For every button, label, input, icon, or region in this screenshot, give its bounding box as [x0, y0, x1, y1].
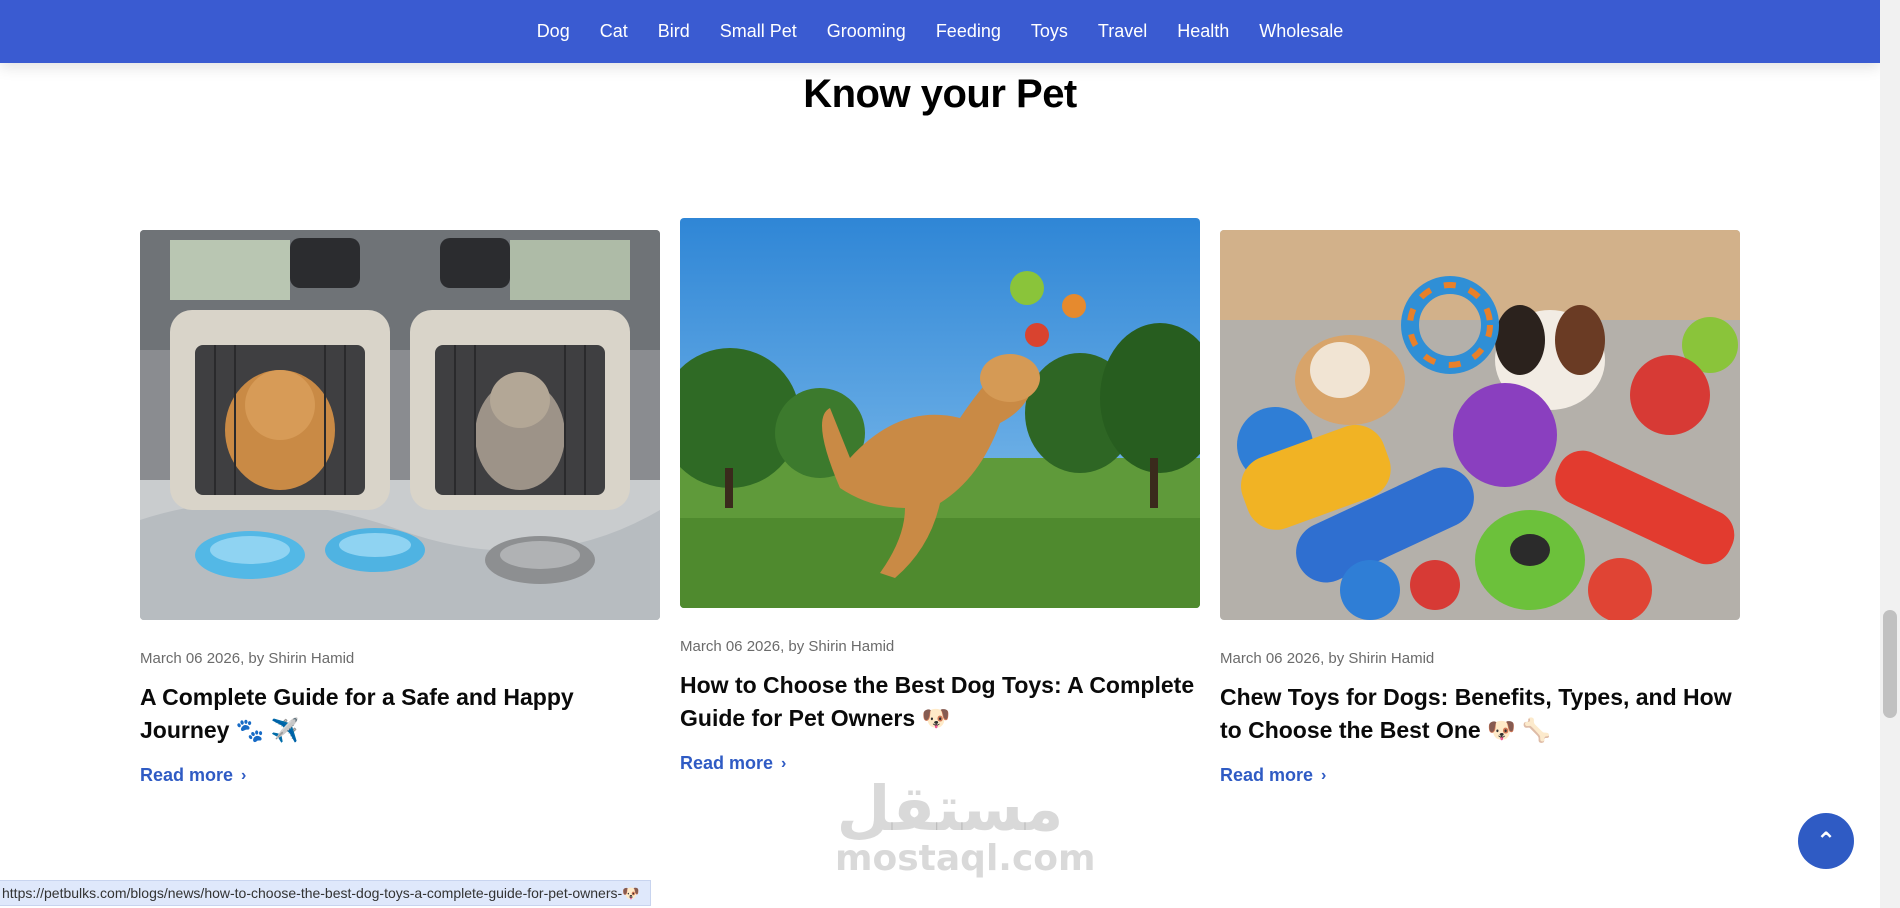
nav-item-health[interactable]: Health — [1177, 21, 1229, 41]
watermark-arabic: مستقل — [836, 772, 1064, 845]
watermark-latin: mostaql.com — [835, 838, 1096, 879]
card-image-pets-in-carriers[interactable] — [140, 230, 660, 620]
card-meta: March 06 2026, by Shirin Hamid — [680, 638, 895, 655]
card-meta: March 06 2026, by Shirin Hamid — [140, 650, 355, 667]
chevron-right-icon: › — [781, 754, 787, 772]
blog-card-chew-toys: March 06 2026, by Shirin Hamid Chew Toys… — [1220, 230, 1740, 786]
read-more-link[interactable]: Read more › — [140, 765, 246, 786]
read-more-link[interactable]: Read more › — [680, 753, 786, 774]
chevron-right-icon: › — [241, 766, 247, 784]
nav-item-feeding[interactable]: Feeding — [936, 21, 1001, 41]
card-image-chew-toys[interactable] — [1220, 230, 1740, 620]
nav-item-dog[interactable]: Dog — [537, 21, 570, 41]
scrollbar-track[interactable] — [1880, 0, 1900, 908]
card-title[interactable]: How to Choose the Best Dog Toys: A Compl… — [680, 669, 1200, 735]
top-navigation: Dog Cat Bird Small Pet Grooming Feeding … — [0, 0, 1880, 63]
nav-item-cat[interactable]: Cat — [600, 21, 628, 41]
nav-item-toys[interactable]: Toys — [1031, 21, 1068, 41]
pets-in-carriers-illustration — [140, 230, 660, 620]
nav-item-wholesale[interactable]: Wholesale — [1259, 21, 1343, 41]
section-title: Know your Pet — [803, 72, 1077, 116]
nav-item-travel[interactable]: Travel — [1098, 21, 1147, 41]
nav-item-small-pet[interactable]: Small Pet — [720, 21, 797, 41]
card-image-dog-jumping[interactable] — [680, 218, 1200, 608]
chew-toys-illustration — [1220, 230, 1740, 620]
chevron-up-icon: ⌃ — [1815, 827, 1837, 855]
card-title[interactable]: Chew Toys for Dogs: Benefits, Types, and… — [1220, 681, 1740, 747]
back-to-top-button[interactable]: ⌃ — [1798, 813, 1854, 869]
status-bar-url: https://petbulks.com/blogs/news/how-to-c… — [0, 880, 651, 906]
read-more-label: Read more — [1220, 765, 1314, 785]
nav-item-grooming[interactable]: Grooming — [827, 21, 906, 41]
card-title[interactable]: A Complete Guide for a Safe and Happy Jo… — [140, 681, 660, 747]
nav-menu: Dog Cat Bird Small Pet Grooming Feeding … — [537, 21, 1344, 42]
read-more-link[interactable]: Read more › — [1220, 765, 1326, 786]
card-meta: March 06 2026, by Shirin Hamid — [1220, 650, 1435, 667]
scrollbar-thumb[interactable] — [1883, 610, 1897, 718]
chevron-right-icon: › — [1321, 766, 1327, 784]
read-more-label: Read more — [680, 753, 774, 773]
blog-card-dog-toys: March 06 2026, by Shirin Hamid How to Ch… — [680, 218, 1200, 774]
nav-item-bird[interactable]: Bird — [658, 21, 690, 41]
dog-jumping-illustration — [680, 218, 1200, 608]
read-more-label: Read more — [140, 765, 234, 785]
watermark-logo: مستقل mostaql.com — [835, 772, 1096, 879]
blog-card-travel: March 06 2026, by Shirin Hamid A Complet… — [140, 230, 660, 786]
